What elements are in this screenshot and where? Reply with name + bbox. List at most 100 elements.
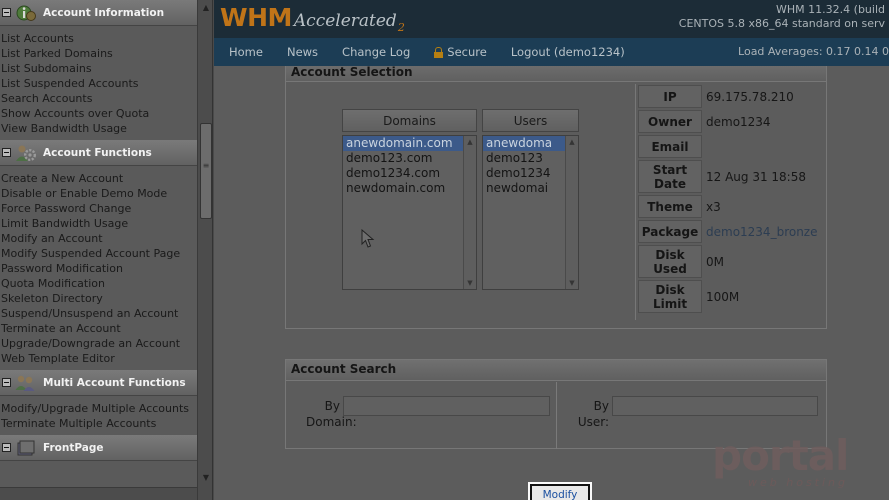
sidebar: Account Information List Accounts List Pa… xyxy=(0,0,213,500)
panel-title: Account Selection xyxy=(286,66,826,82)
info-label: Email xyxy=(638,135,702,158)
user-option[interactable]: demo123 xyxy=(483,151,578,166)
frontpage-icon xyxy=(15,438,37,458)
info-value: 69.175.78.210 xyxy=(706,89,794,104)
info-value[interactable]: demo1234_bronze xyxy=(704,225,818,239)
info-value: 0M xyxy=(706,254,724,269)
sidebar-item-disable-or-enable-demo-mode[interactable]: Disable or Enable Demo Mode xyxy=(0,186,197,201)
scroll-up-icon[interactable]: ▲ xyxy=(198,0,212,16)
sidebar-section-account-information[interactable]: Account Information xyxy=(0,0,197,26)
search-user-input[interactable] xyxy=(612,396,818,416)
sidebar-item-terminate-multiple-accounts[interactable]: Terminate Multiple Accounts xyxy=(0,416,197,431)
sidebar-item-list-suspended-accounts[interactable]: List Suspended Accounts xyxy=(0,76,197,91)
panel-title: Account Search xyxy=(286,360,826,381)
search-domain-input[interactable] xyxy=(343,396,550,416)
info-row-start-date: Start Date 12 Aug 31 18:58 xyxy=(636,159,828,194)
info-row-package: Package demo1234_bronze xyxy=(636,219,828,244)
nav-logout[interactable]: Logout (demo1234) xyxy=(511,45,625,59)
sidebar-item-force-password-change[interactable]: Force Password Change xyxy=(0,201,197,216)
sidebar-item-view-bandwidth-usage[interactable]: View Bandwidth Usage xyxy=(0,121,197,136)
sidebar-item-upgrade-downgrade-an-account[interactable]: Upgrade/Downgrade an Account xyxy=(0,336,197,351)
sidebar-section-multi-account-functions[interactable]: Multi Account Functions xyxy=(0,370,197,396)
sidebar-item-modify-an-account[interactable]: Modify an Account xyxy=(0,231,197,246)
collapse-icon[interactable] xyxy=(2,443,11,452)
info-label: IP xyxy=(638,85,702,108)
sidebar-section-title: FrontPage xyxy=(43,441,104,454)
sidebar-item-modify-upgrade-multiple-accounts[interactable]: Modify/Upgrade Multiple Accounts xyxy=(0,401,197,416)
nav-secure[interactable]: Secure xyxy=(434,45,487,59)
listbox-scrollbar[interactable]: ▲ ▼ xyxy=(463,136,476,289)
whm-logo[interactable]: WHM Accelerated 2 xyxy=(220,3,405,35)
sidebar-item-limit-bandwidth-usage[interactable]: Limit Bandwidth Usage xyxy=(0,216,197,231)
by-domain-label: By Domain: xyxy=(306,398,357,430)
user-option[interactable]: anewdoma xyxy=(483,136,578,151)
info-row-disk-limit: Disk Limit 100M xyxy=(636,279,828,314)
sidebar-section-frontpage[interactable]: FrontPage xyxy=(0,435,197,461)
user-option[interactable]: demo1234 xyxy=(483,166,578,181)
info-row-owner: Owner demo1234 xyxy=(636,109,828,134)
domain-option[interactable]: anewdomain.com xyxy=(343,136,476,151)
os-line: CENTOS 5.8 x86_64 standard on serv xyxy=(678,17,885,30)
lock-icon xyxy=(434,46,444,58)
sidebar-item-password-modification[interactable]: Password Modification xyxy=(0,261,197,276)
sidebar-item-suspend-unsuspend-an-account[interactable]: Suspend/Unsuspend an Account xyxy=(0,306,197,321)
multi-users-icon xyxy=(15,373,37,393)
divider xyxy=(556,382,557,449)
info-row-email: Email xyxy=(636,134,828,159)
label-line: By xyxy=(324,399,340,413)
info-row-ip: IP 69.175.78.210 xyxy=(636,84,828,109)
logo-whm: WHM xyxy=(220,3,292,32)
by-user-label: By User: xyxy=(571,398,609,430)
info-label: Theme xyxy=(638,195,702,218)
domains-column: Domains anewdomain.com demo123.com demo123… xyxy=(342,109,477,290)
sidebar-item-search-accounts[interactable]: Search Accounts xyxy=(0,91,197,106)
sidebar-list-multi-account-functions: Modify/Upgrade Multiple Accounts Terminat… xyxy=(0,396,197,435)
sidebar-item-list-parked-domains[interactable]: List Parked Domains xyxy=(0,46,197,61)
info-value: x3 xyxy=(706,199,721,214)
nav-change-log[interactable]: Change Log xyxy=(342,45,410,59)
nav-secure-label: Secure xyxy=(447,45,487,59)
label-line: User: xyxy=(577,415,609,429)
sidebar-scrollbar[interactable]: ▲ ≡ ▼ xyxy=(197,0,212,500)
load-averages: Load Averages: 0.17 0.14 0 xyxy=(738,45,889,58)
nav-bar: Home News Change Log Secure Logout (demo… xyxy=(214,38,889,66)
sidebar-item-web-template-editor[interactable]: Web Template Editor xyxy=(0,351,197,366)
user-option[interactable]: newdomai xyxy=(483,181,578,196)
domains-listbox[interactable]: anewdomain.com demo123.com demo1234.com new… xyxy=(342,135,477,290)
nav-home[interactable]: Home xyxy=(229,45,263,59)
sidebar-item-list-subdomains[interactable]: List Subdomains xyxy=(0,61,197,76)
collapse-icon[interactable] xyxy=(2,378,11,387)
domain-option[interactable]: demo1234.com xyxy=(343,166,476,181)
sidebar-section-account-functions[interactable]: Account Functions xyxy=(0,140,197,166)
modify-button[interactable]: Modify xyxy=(530,484,590,500)
info-icon xyxy=(15,3,37,23)
scrollbar-thumb[interactable]: ≡ xyxy=(200,123,212,219)
sidebar-section-title: Account Information xyxy=(43,6,165,19)
sidebar-item-list-accounts[interactable]: List Accounts xyxy=(0,31,197,46)
users-header: Users xyxy=(482,109,579,132)
collapse-icon[interactable] xyxy=(2,8,11,17)
domain-option[interactable]: demo123.com xyxy=(343,151,476,166)
header: WHM Accelerated 2 WHM 11.32.4 (build CEN… xyxy=(214,0,889,38)
sidebar-list-account-functions: Create a New Account Disable or Enable De… xyxy=(0,166,197,370)
label-line: By xyxy=(593,399,609,413)
info-value: 100M xyxy=(706,289,740,304)
sidebar-item-terminate-an-account[interactable]: Terminate an Account xyxy=(0,321,197,336)
nav-news[interactable]: News xyxy=(287,45,318,59)
sidebar-item-create-a-new-account[interactable]: Create a New Account xyxy=(0,171,197,186)
mouse-cursor-icon xyxy=(361,229,375,248)
sidebar-item-modify-suspended-account-page[interactable]: Modify Suspended Account Page xyxy=(0,246,197,261)
sidebar-item-skeleton-directory[interactable]: Skeleton Directory xyxy=(0,291,197,306)
listbox-scrollbar[interactable]: ▲ ▼ xyxy=(565,136,578,289)
users-column: Users anewdoma demo123 demo1234 newdomai ▲ ▼ xyxy=(482,109,579,290)
sidebar-item-quota-modification[interactable]: Quota Modification xyxy=(0,276,197,291)
logo-two: 2 xyxy=(397,21,405,34)
domain-option[interactable]: newdomain.com xyxy=(343,181,476,196)
scroll-down-icon[interactable]: ▼ xyxy=(198,470,212,486)
info-value: demo1234 xyxy=(706,114,771,129)
users-listbox[interactable]: anewdoma demo123 demo1234 newdomai ▲ ▼ xyxy=(482,135,579,290)
collapse-icon[interactable] xyxy=(2,148,11,157)
sidebar-item-show-accounts-over-quota[interactable]: Show Accounts over Quota xyxy=(0,106,197,121)
sidebar-section-title: Account Functions xyxy=(43,146,152,159)
sidebar-horizontal-scrollbar[interactable] xyxy=(0,487,197,500)
